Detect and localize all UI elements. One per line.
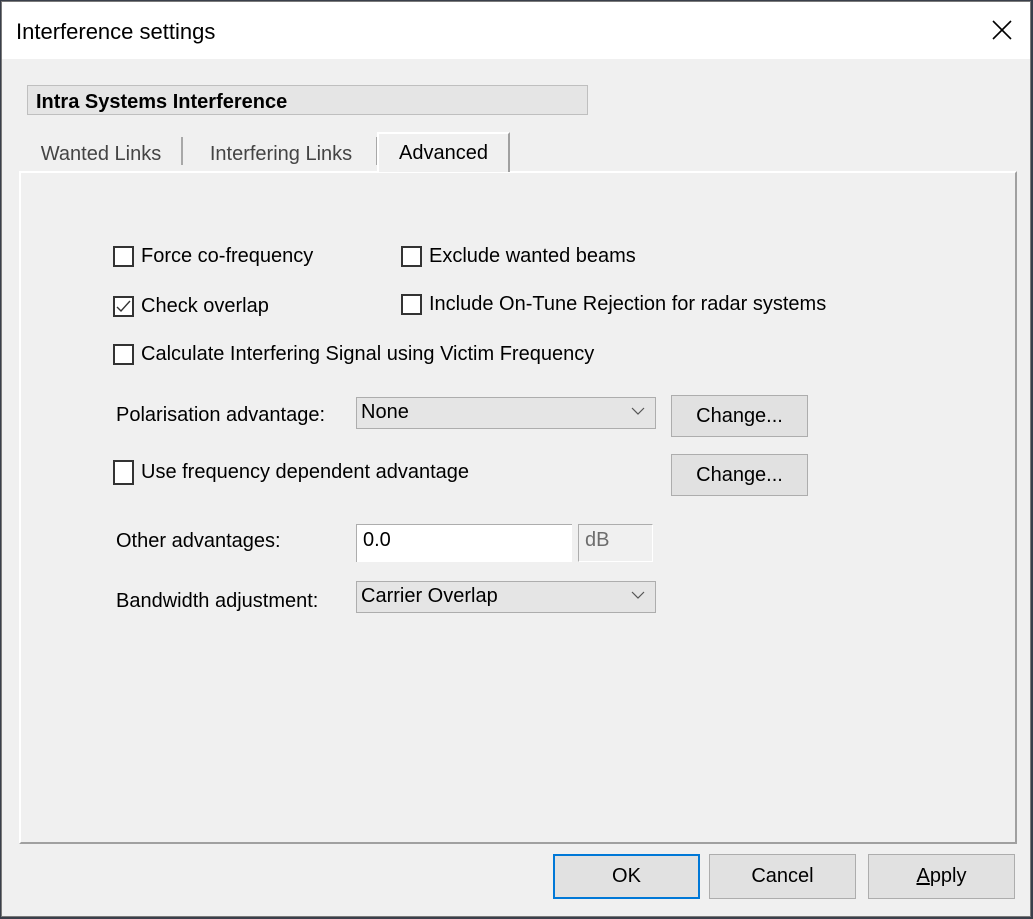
- checkbox-box[interactable]: [401, 246, 422, 267]
- check-overlap-label: Check overlap: [141, 295, 269, 317]
- title-bar: Interference settings: [2, 2, 1030, 59]
- polarisation-advantage-label: Polarisation advantage:: [116, 404, 326, 426]
- apply-button[interactable]: Apply: [868, 854, 1015, 899]
- calc-victim-frequency-checkbox[interactable]: Calculate Interfering Signal using Victi…: [113, 343, 594, 366]
- polarisation-change-button[interactable]: Change...: [671, 395, 808, 437]
- use-freq-dependent-advantage-label: Use frequency dependent advantage: [141, 461, 470, 483]
- apply-label-rest: pply: [929, 865, 967, 887]
- freq-dependent-change-button[interactable]: Change...: [671, 454, 808, 496]
- exclude-wanted-beams-label: Exclude wanted beams: [429, 245, 636, 267]
- bandwidth-adjustment-select[interactable]: Carrier Overlap: [356, 581, 656, 613]
- include-on-tune-rejection-label: Include On-Tune Rejection for radar syst…: [429, 293, 827, 315]
- include-on-tune-rejection-checkbox[interactable]: Include On-Tune Rejection for radar syst…: [401, 293, 826, 316]
- close-icon: [992, 20, 1012, 40]
- exclude-wanted-beams-checkbox[interactable]: Exclude wanted beams: [401, 245, 636, 268]
- checkbox-box[interactable]: [113, 296, 134, 317]
- apply-accelerator: A: [916, 865, 930, 887]
- polarisation-selected-value: None: [361, 401, 409, 423]
- close-button[interactable]: [982, 12, 1022, 48]
- check-overlap-checkbox[interactable]: Check overlap: [113, 295, 269, 318]
- chevron-down-icon: [631, 407, 645, 415]
- interference-settings-dialog: Interference settings Intra Systems Inte…: [1, 1, 1031, 917]
- checkmark-icon: [116, 300, 131, 313]
- group-header: Intra Systems Interference: [27, 85, 588, 115]
- tab-advanced[interactable]: Advanced: [377, 132, 510, 172]
- use-freq-dependent-advantage-checkbox[interactable]: Use frequency dependent advantage: [113, 460, 469, 485]
- calc-victim-frequency-label: Calculate Interfering Signal using Victi…: [141, 343, 595, 365]
- checkbox-box[interactable]: [113, 460, 134, 485]
- force-co-frequency-label: Force co-frequency: [141, 245, 314, 267]
- checkbox-box[interactable]: [401, 294, 422, 315]
- chevron-down-icon: [631, 591, 645, 599]
- window-title: Interference settings: [16, 19, 216, 44]
- tab-separator: [181, 137, 183, 165]
- bandwidth-selected-value: Carrier Overlap: [361, 585, 498, 607]
- tab-wanted-links[interactable]: Wanted Links: [19, 137, 183, 172]
- checkbox-box[interactable]: [113, 344, 134, 365]
- tab-interfering-links[interactable]: Interfering Links: [184, 137, 378, 172]
- checkbox-box[interactable]: [113, 246, 134, 267]
- cancel-button[interactable]: Cancel: [709, 854, 856, 899]
- advanced-tab-panel: [19, 171, 1017, 844]
- force-co-frequency-checkbox[interactable]: Force co-frequency: [113, 245, 313, 268]
- other-advantages-label: Other advantages:: [116, 530, 281, 552]
- polarisation-advantage-select[interactable]: None: [356, 397, 656, 429]
- other-advantages-unit: dB: [578, 524, 653, 562]
- other-advantages-input[interactable]: 0.0: [356, 524, 572, 562]
- ok-button[interactable]: OK: [553, 854, 700, 899]
- bandwidth-adjustment-label: Bandwidth adjustment:: [116, 590, 319, 612]
